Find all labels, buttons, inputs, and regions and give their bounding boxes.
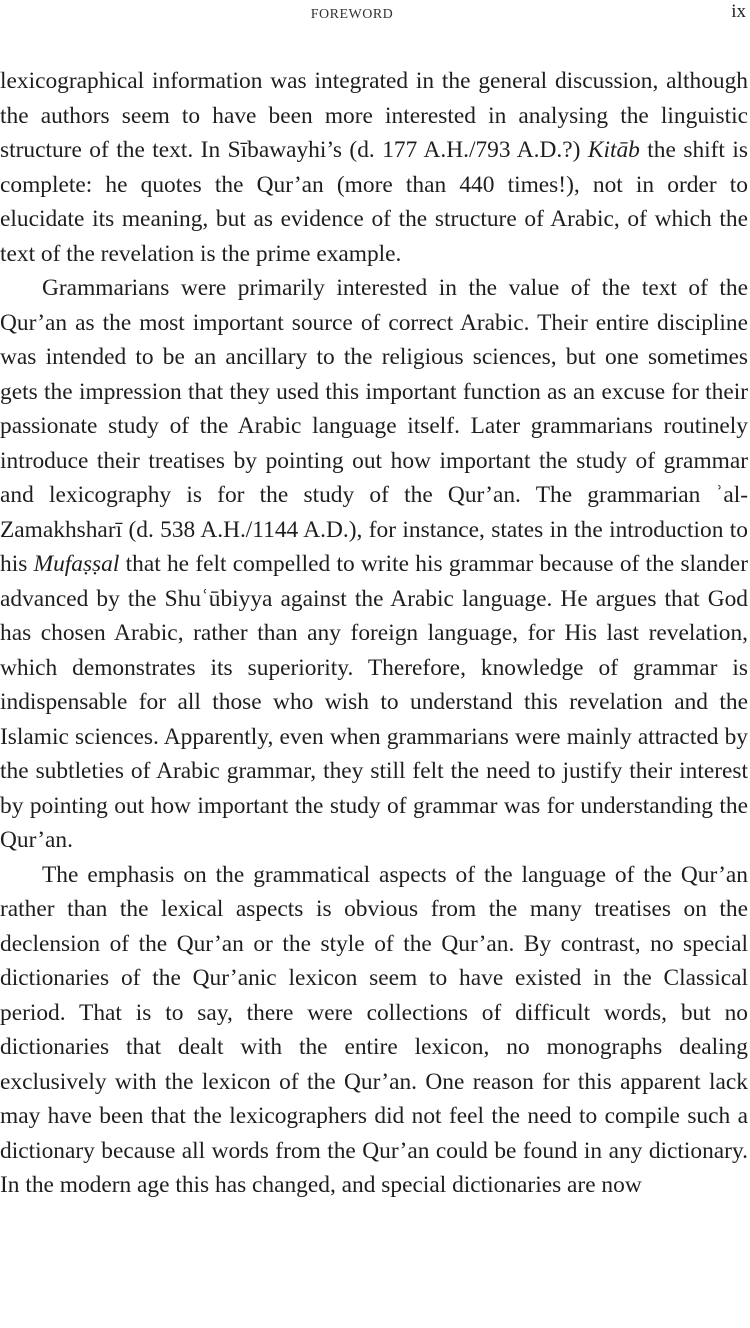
page-header: FOREWORD ix — [0, 0, 750, 40]
italic-title-mufassal: Mufaṣṣal — [33, 551, 120, 577]
page-number: ix — [731, 1, 746, 22]
italic-title-kitab: Kitāb — [587, 137, 640, 163]
paragraph-2: Grammarians were primarily interested in… — [0, 271, 748, 858]
text-run: Grammarians were primarily interested in… — [0, 275, 748, 577]
paragraph-1: lexicographical information was integrat… — [0, 64, 748, 271]
text-run: that he felt compelled to write his gram… — [0, 551, 748, 853]
running-head: FOREWORD — [310, 7, 394, 22]
text-run: The emphasis on the grammatical aspects … — [0, 861, 748, 1199]
body-text: lexicographical information was integrat… — [0, 64, 748, 1203]
paragraph-3: The emphasis on the grammatical aspects … — [0, 858, 748, 1203]
